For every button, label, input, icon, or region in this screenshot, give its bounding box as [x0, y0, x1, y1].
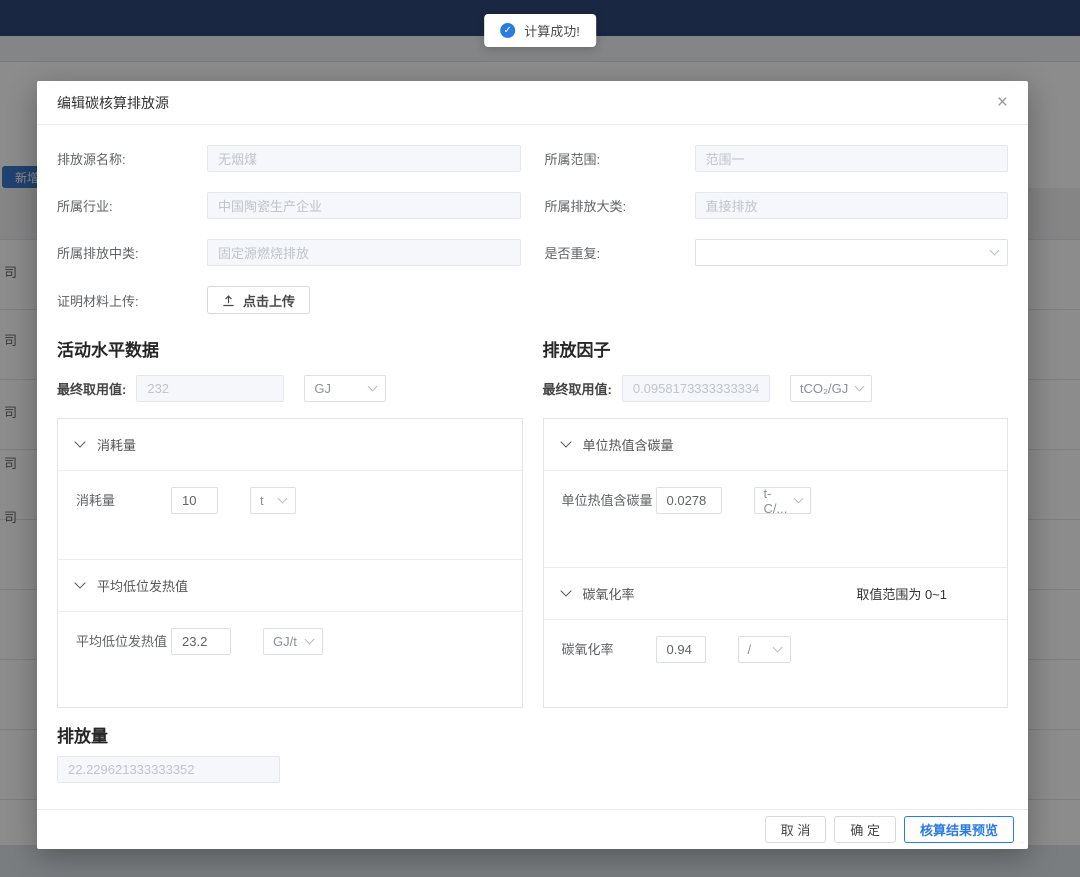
scope-input: [695, 145, 1009, 172]
consumption-input[interactable]: [171, 487, 218, 514]
chevron-down-icon: [74, 436, 85, 447]
chevron-down-icon: [368, 382, 378, 392]
activity-final-row: 最终取用值: GJ: [57, 375, 523, 402]
chevron-down-icon: [278, 494, 288, 504]
source-name-input: [207, 145, 521, 172]
chevron-down-icon: [560, 436, 571, 447]
activity-panel: 消耗量 消耗量 t 平均低位发热值: [57, 418, 523, 708]
oxidation-input[interactable]: [656, 636, 706, 663]
oxidation-unit-value: /: [748, 642, 752, 657]
heat-value-section-body: 平均低位发热值 GJ/t: [58, 612, 522, 707]
activity-unit-select[interactable]: GJ: [304, 375, 386, 402]
screen: 新增 司 司 司 司 司 ✓ 计算成功! 编辑碳核算排放源 × 排放源名称: 所…: [0, 0, 1080, 877]
dialog-body: 排放源名称: 所属范围: 所属行业: 所属排放大类: 所属排放中类:: [37, 125, 1028, 809]
activity-final-label: 最终取用值:: [57, 379, 126, 398]
carbon-content-section-header[interactable]: 单位热值含碳量: [544, 419, 1008, 471]
carbon-content-unit-select[interactable]: t-C/...: [754, 487, 811, 514]
success-check-icon: ✓: [500, 23, 515, 38]
factor-final-input: [622, 375, 770, 402]
heat-value-unit-select[interactable]: GJ/t: [263, 628, 323, 655]
oxidation-header-label: 碳氧化率: [583, 584, 635, 603]
activity-data-title: 活动水平数据: [57, 336, 523, 361]
source-name-label: 排放源名称:: [57, 149, 207, 168]
activity-unit-value: GJ: [314, 381, 331, 396]
oxidation-unit-select[interactable]: /: [738, 636, 791, 663]
medium-category-label: 所属排放中类:: [57, 243, 207, 262]
confirm-button[interactable]: 确 定: [834, 816, 896, 843]
carbon-content-label: 单位热值含碳量: [562, 487, 656, 511]
chevron-down-icon: [74, 577, 85, 588]
scope-label: 所属范围:: [545, 149, 695, 168]
emission-amount-input: [57, 756, 280, 783]
chevron-down-icon: [772, 643, 782, 653]
heat-value-section-header[interactable]: 平均低位发热值: [58, 560, 522, 612]
field-industry: 所属行业:: [57, 192, 521, 219]
oxidation-section-body: 碳氧化率 /: [544, 620, 1008, 707]
heat-value-input[interactable]: [171, 628, 231, 655]
oxidation-label: 碳氧化率: [562, 636, 656, 660]
cancel-button[interactable]: 取 消: [765, 816, 827, 843]
empty-cell: [545, 286, 1009, 314]
factor-final-label: 最终取用值:: [543, 379, 612, 398]
field-major-category: 所属排放大类:: [545, 192, 1009, 219]
emission-factor-title: 排放因子: [543, 336, 1009, 361]
carbon-content-unit-value: t-C/...: [764, 486, 788, 516]
activity-data-column: 活动水平数据 最终取用值: GJ 消耗量: [57, 336, 523, 708]
activity-final-input: [136, 375, 284, 402]
factor-final-row: 最终取用值: tCO₂/GJ: [543, 375, 1009, 402]
edit-emission-source-dialog: 编辑碳核算排放源 × 排放源名称: 所属范围: 所属行业: 所属排放大类:: [37, 81, 1028, 849]
consumption-section-body: 消耗量 t: [58, 471, 522, 560]
major-category-input: [695, 192, 1009, 219]
oxidation-range-note: 取值范围为 0~1: [856, 584, 947, 603]
upload-button[interactable]: 点击上传: [207, 286, 310, 314]
field-scope: 所属范围:: [545, 145, 1009, 172]
chevron-down-icon: [855, 382, 865, 392]
upload-icon: [222, 294, 235, 307]
field-proof-upload: 证明材料上传: 点击上传: [57, 286, 521, 314]
major-category-label: 所属排放大类:: [545, 196, 695, 215]
consumption-section-header[interactable]: 消耗量: [58, 419, 522, 471]
basic-info-form: 排放源名称: 所属范围: 所属行业: 所属排放大类: 所属排放中类:: [57, 145, 1008, 314]
toast-text: 计算成功!: [524, 21, 580, 40]
heat-value-unit-value: GJ/t: [273, 634, 297, 649]
dialog-header: 编辑碳核算排放源 ×: [37, 81, 1028, 125]
preview-result-button[interactable]: 核算结果预览: [904, 816, 1014, 843]
carbon-content-section-body: 单位热值含碳量 t-C/...: [544, 471, 1008, 568]
close-icon[interactable]: ×: [997, 93, 1008, 112]
field-duplicate: 是否重复:: [545, 239, 1009, 266]
emission-amount-title: 排放量: [57, 722, 1008, 747]
heat-value-header-label: 平均低位发热值: [97, 576, 188, 595]
dialog-title: 编辑碳核算排放源: [57, 93, 169, 113]
industry-input: [207, 192, 521, 219]
oxidation-section-header[interactable]: 碳氧化率 取值范围为 0~1: [544, 568, 1008, 620]
dialog-footer: 取 消 确 定 核算结果预览: [37, 809, 1028, 849]
field-source-name: 排放源名称:: [57, 145, 521, 172]
data-columns: 活动水平数据 最终取用值: GJ 消耗量: [57, 336, 1008, 708]
consumption-label: 消耗量: [76, 487, 171, 511]
upload-button-label: 点击上传: [243, 291, 295, 310]
industry-label: 所属行业:: [57, 196, 207, 215]
factor-panel: 单位热值含碳量 单位热值含碳量 t-C/... 碳氧化: [543, 418, 1009, 708]
duplicate-label: 是否重复:: [545, 243, 695, 262]
chevron-down-icon: [990, 246, 1000, 256]
consumption-unit-select[interactable]: t: [250, 487, 296, 514]
carbon-content-input[interactable]: [656, 487, 722, 514]
proof-upload-label: 证明材料上传:: [57, 291, 207, 310]
heat-value-label: 平均低位发热值: [76, 628, 171, 652]
duplicate-select[interactable]: [695, 239, 1009, 266]
field-medium-category: 所属排放中类:: [57, 239, 521, 266]
consumption-header-label: 消耗量: [97, 435, 136, 454]
toast-message: ✓ 计算成功!: [484, 14, 596, 47]
factor-unit-select[interactable]: tCO₂/GJ: [790, 375, 872, 402]
chevron-down-icon: [305, 635, 315, 645]
medium-category-input: [207, 239, 521, 266]
chevron-down-icon: [560, 585, 571, 596]
consumption-unit-value: t: [260, 493, 264, 508]
factor-unit-value: tCO₂/GJ: [800, 381, 848, 396]
carbon-content-header-label: 单位热值含碳量: [583, 435, 674, 454]
chevron-down-icon: [794, 494, 804, 504]
emission-factor-column: 排放因子 最终取用值: tCO₂/GJ 单位热值含碳量: [543, 336, 1009, 708]
